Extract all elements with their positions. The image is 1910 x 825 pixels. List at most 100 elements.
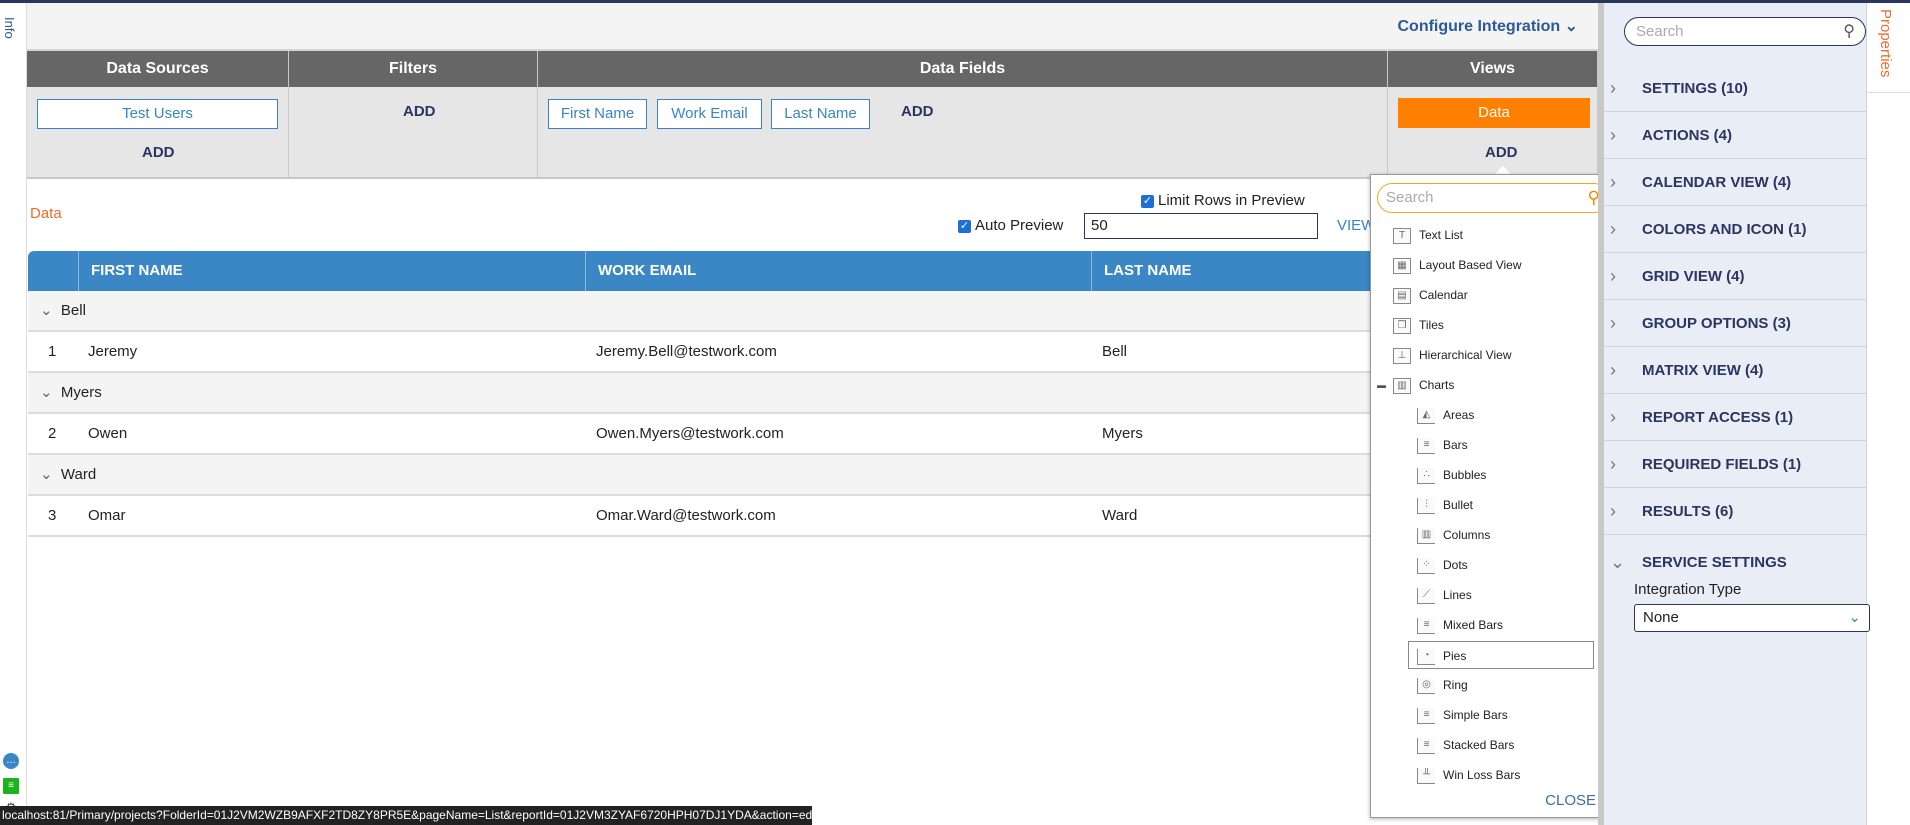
areas-chart-icon: ◭ [1417,407,1435,424]
chart-option-mixed-bars[interactable]: ≡ Mixed Bars [1417,611,1503,639]
option-label: Text List [1419,228,1464,242]
chart-option-bubbles[interactable]: ∴ Bubbles [1417,461,1486,489]
chart-option-bullet[interactable]: ⫶ Bullet [1417,491,1473,519]
view-search-input[interactable]: Search ⚲ [1377,183,1609,213]
chart-option-dots[interactable]: ⁘ Dots [1417,551,1468,579]
chart-option-lines[interactable]: ⟋ Lines [1417,581,1472,609]
section-group-options-3-[interactable]: › GROUP OPTIONS (3) [1604,300,1867,347]
view-option-charts[interactable]: ▬ ▥ Charts [1377,371,1454,399]
chevron-right-icon: › [1610,219,1616,239]
calendar-icon: ▤ [1393,287,1411,304]
filters-column: Filters ADD [289,51,538,179]
view-option-calendar[interactable]: ▤ Calendar [1393,281,1468,309]
simple-bars-chart-icon: ≡ [1417,707,1435,724]
row-limit-input[interactable]: 50 [1084,213,1318,239]
section-settings-10-[interactable]: › SETTINGS (10) [1604,65,1867,112]
section-label: SETTINGS (10) [1642,80,1748,97]
option-label: Mixed Bars [1443,618,1504,632]
view-option-layout-based-view[interactable]: ▦ Layout Based View [1393,251,1522,279]
row-number: 1 [48,343,57,360]
data-source-chip[interactable]: Test Users [37,99,278,129]
chart-option-columns[interactable]: ▥ Columns [1417,521,1490,549]
view-option-text-list[interactable]: T Text List [1393,221,1463,249]
search-placeholder: Search [1636,23,1684,40]
section-service-settings[interactable]: ⌄ SERVICE SETTINGS [1604,539,1867,586]
bullet-chart-icon: ⫶ [1417,497,1435,514]
layout-based-view-icon: ▦ [1393,257,1411,274]
bars-chart-icon: ≡ [1417,437,1435,454]
pies-chart-icon: ◔ [1417,648,1435,665]
group-name: Myers [60,384,102,401]
mixed-bars-chart-icon: ≡ [1417,617,1435,634]
chevron-right-icon: › [1610,125,1616,145]
section-calendar-view-4-[interactable]: › CALENDAR VIEW (4) [1604,159,1867,206]
field-chip-work-email[interactable]: Work Email [657,99,762,129]
add-data-field-button[interactable]: ADD [901,103,934,120]
section-label: GRID VIEW (4) [1642,268,1745,285]
field-chip-first-name[interactable]: First Name [548,99,647,129]
limit-rows-checkbox[interactable]: ✓ Limit Rows in Preview [1141,192,1305,209]
option-label: Simple Bars [1443,708,1508,722]
close-button[interactable]: CLOSE [1545,792,1596,809]
section-actions-4-[interactable]: › ACTIONS (4) [1604,112,1867,159]
group-name: Bell [60,302,86,319]
info-rail: Info … ≡ ⚙ [0,3,27,825]
section-results-6-[interactable]: › RESULTS (6) [1604,488,1867,535]
auto-preview-checkbox[interactable]: ✓ Auto Preview [958,217,1063,234]
chart-option-bars[interactable]: ≡ Bars [1417,431,1468,459]
chart-option-simple-bars[interactable]: ≡ Simple Bars [1417,701,1508,729]
section-required-fields-1-[interactable]: › REQUIRED FIELDS (1) [1604,441,1867,488]
chart-option-pies[interactable]: ◔ Pies [1408,641,1594,669]
chart-option-ring[interactable]: ◎ Ring [1417,671,1468,699]
chevron-right-icon: › [1610,407,1616,427]
section-report-access-1-[interactable]: › REPORT ACCESS (1) [1604,394,1867,441]
view-option-tiles[interactable]: ❐ Tiles [1393,311,1444,339]
lines-chart-icon: ⟋ [1417,587,1435,604]
table-row[interactable]: 1 Jeremy Jeremy.Bell@testwork.com Bell [28,332,1373,373]
field-chip-last-name[interactable]: Last Name [771,99,870,129]
chevron-down-icon: ⌄ [40,466,53,483]
properties-search-input[interactable]: Search ⚲ [1624,17,1866,46]
column-header-first-name[interactable]: FIRST NAME [78,251,585,291]
cell-work-email: Owen.Myers@testwork.com [596,425,784,442]
integration-type-select[interactable]: None ⌄ [1634,604,1870,632]
option-label: Ring [1443,678,1468,692]
data-sources-header: Data Sources [27,51,288,87]
option-label: Columns [1443,528,1491,542]
view-chip-data[interactable]: Data [1398,98,1590,128]
chart-option-stacked-bars[interactable]: ≡ Stacked Bars [1417,731,1514,759]
add-view-dropdown: Search ⚲ T Text List ▦ Layout Based View ▤ Cal… [1370,174,1619,818]
chevron-right-icon: › [1610,360,1616,380]
document-icon[interactable]: ≡ [3,778,19,794]
group-row[interactable]: ⌄ Bell [28,291,1373,332]
chat-icon[interactable]: … [3,753,19,769]
group-row[interactable]: ⌄ Ward [28,455,1373,496]
table-row[interactable]: 2 Owen Owen.Myers@testwork.com Myers [28,414,1373,455]
group-name: Ward [60,466,97,483]
search-icon[interactable]: ⚲ [1843,18,1855,45]
table-row[interactable]: 3 Omar Omar.Ward@testwork.com Ward [28,496,1373,537]
collapse-icon[interactable]: ▬ [1377,371,1386,399]
header-bar: Configure Integration ⌄ [27,3,1598,51]
chart-option-win-loss-bars[interactable]: ╨ Win Loss Bars [1417,761,1520,789]
section-colors-and-icon-1-[interactable]: › COLORS AND ICON (1) [1604,206,1867,253]
dots-chart-icon: ⁘ [1417,557,1435,574]
configure-integration-button[interactable]: Configure Integration ⌄ [1397,16,1578,36]
properties-tab[interactable]: Properties [1867,3,1910,93]
status-bar-url: localhost:81/Primary/projects?FolderId=0… [0,806,812,825]
select-value: None [1643,609,1679,626]
limit-rows-label: Limit Rows in Preview [1158,192,1305,209]
section-label: MATRIX VIEW (4) [1642,362,1764,379]
section-grid-view-4-[interactable]: › GRID VIEW (4) [1604,253,1867,300]
add-view-button[interactable]: ADD [1485,144,1518,161]
option-label: Stacked Bars [1443,738,1515,752]
group-row[interactable]: ⌄ Myers [28,373,1373,414]
add-filter-button[interactable]: ADD [403,103,436,120]
info-tab[interactable]: Info [2,17,17,39]
column-header-last-name[interactable]: LAST NAME [1091,251,1373,291]
view-option-hierarchical-view[interactable]: ⊥ Hierarchical View [1393,341,1511,369]
section-matrix-view-4-[interactable]: › MATRIX VIEW (4) [1604,347,1867,394]
chart-option-areas[interactable]: ◭ Areas [1417,401,1474,429]
column-header-work-email[interactable]: WORK EMAIL [585,251,1091,291]
add-data-source-button[interactable]: ADD [142,144,175,161]
